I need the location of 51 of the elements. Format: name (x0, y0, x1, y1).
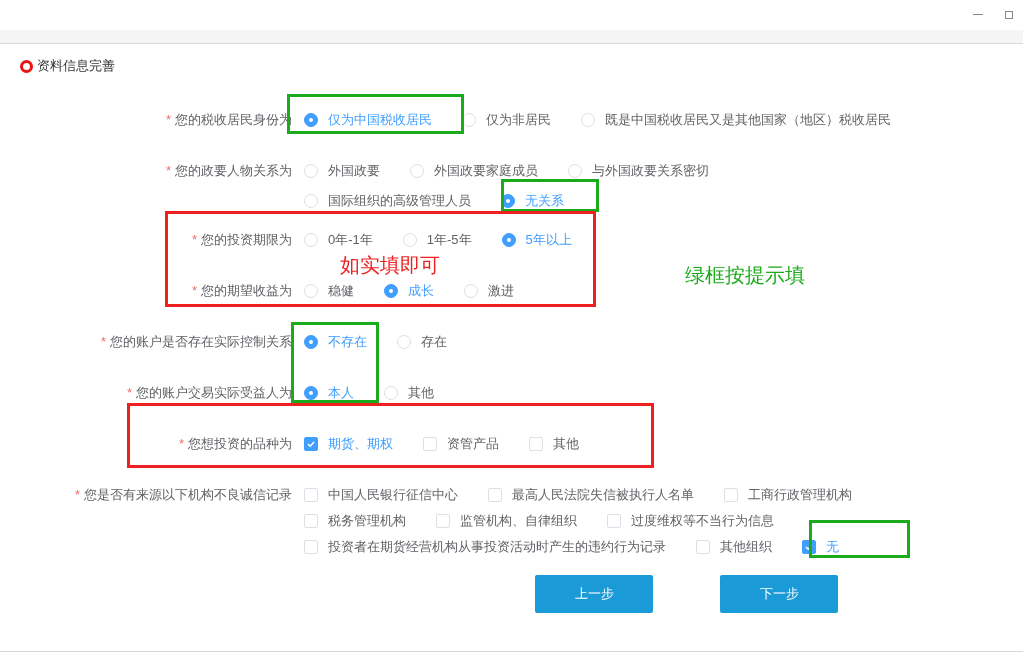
option-label[interactable]: 存在 (421, 332, 447, 352)
required-asterisk: * (126, 384, 132, 403)
field-label: 您想投资的品种为 (188, 435, 292, 454)
required-asterisk: * (191, 282, 197, 301)
option-label[interactable]: 中国人民银行征信中心 (328, 485, 458, 505)
option-label[interactable]: 外国政要家庭成员 (434, 161, 538, 181)
radio-button[interactable] (501, 233, 516, 247)
radio-button[interactable] (384, 284, 398, 298)
option-label[interactable]: 资管产品 (447, 434, 499, 454)
annotation-note: 绿框按提示填 (685, 263, 805, 288)
checkbox[interactable] (304, 437, 318, 451)
option-label[interactable]: 激进 (488, 281, 514, 301)
field-label: 您的期望收益为 (201, 282, 292, 301)
option-label[interactable]: 1年-5年 (426, 230, 472, 250)
required-asterisk: * (178, 435, 184, 454)
option-label[interactable]: 0年-1年 (328, 230, 373, 250)
option-label[interactable]: 工商行政管理机构 (748, 485, 852, 505)
minimize-icon[interactable] (973, 14, 983, 16)
option-label[interactable]: 仅为非居民 (486, 110, 551, 130)
required-asterisk: * (165, 162, 171, 181)
required-asterisk: * (191, 231, 197, 250)
option-label[interactable]: 监管机构、自律组织 (460, 511, 577, 531)
option-label[interactable]: 投资者在期货经营机构从事投资活动时产生的违约行为记录 (328, 537, 666, 557)
maximize-icon[interactable] (1005, 11, 1013, 19)
section-marker-icon (20, 59, 33, 73)
field-label: 您的政要人物关系为 (175, 162, 292, 181)
option-label[interactable]: 最高人民法院失信被执行人名单 (512, 485, 694, 505)
checkmark-icon (804, 542, 814, 552)
field-label: 您的账户交易实际受益人为 (136, 384, 292, 403)
required-asterisk: * (165, 111, 171, 130)
option-label[interactable]: 其他 (408, 383, 434, 403)
field-label: 您的账户是否存在实际控制关系 (110, 333, 292, 352)
option-label[interactable]: 既是中国税收居民又是其他国家（地区）税收居民 (605, 110, 891, 130)
field-label: 您的投资期限为 (201, 231, 292, 250)
radio-button[interactable] (304, 335, 318, 349)
field-label: 您是否有来源以下机构不良诚信记录 (84, 486, 292, 505)
annotation-note: 如实填即可 (340, 253, 440, 278)
section-title: 资料信息完善 (37, 57, 115, 76)
option-label[interactable]: 其他组织 (720, 537, 772, 557)
radio-button[interactable] (304, 113, 318, 127)
option-label[interactable]: 税务管理机构 (328, 511, 406, 531)
required-asterisk: * (100, 333, 106, 352)
option-label[interactable]: 国际组织的高级管理人员 (328, 191, 471, 211)
option-label[interactable]: 与外国政要关系密切 (592, 161, 709, 181)
option-label[interactable]: 稳健 (328, 281, 354, 301)
checkmark-icon (306, 439, 316, 449)
radio-button[interactable] (304, 386, 318, 400)
option-label[interactable]: 过度维权等不当行为信息 (631, 511, 774, 531)
required-asterisk: * (74, 486, 80, 505)
option-label[interactable]: 其他 (553, 434, 579, 454)
option-label[interactable]: 外国政要 (328, 161, 380, 181)
